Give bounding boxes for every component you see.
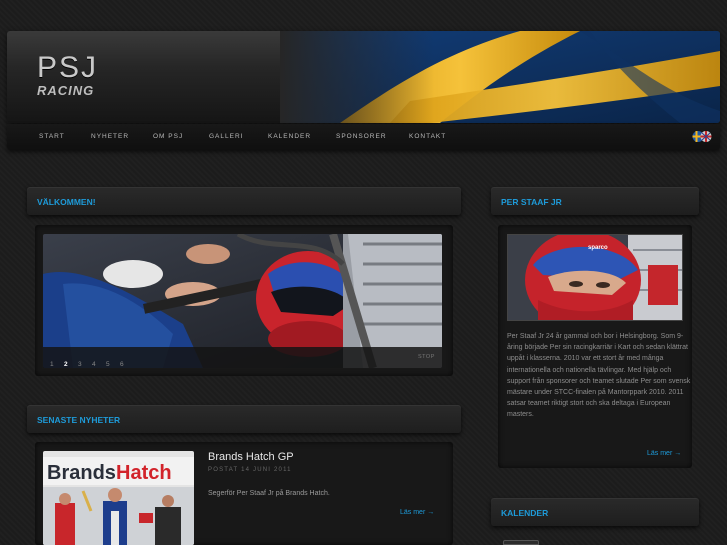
- nav-item-sponsorer[interactable]: SPONSORER: [336, 133, 387, 140]
- calendar-panel-header: KALENDER: [491, 498, 699, 526]
- header-banner: PSJ RACING: [7, 31, 720, 123]
- driver-helmet-photo: sparco: [508, 235, 682, 320]
- logo-main-text: PSJ: [37, 51, 99, 84]
- pager-item-1[interactable]: 1: [50, 361, 64, 368]
- pager-item-6[interactable]: 6: [120, 361, 134, 368]
- profile-description: Per Staaf Jr 24 år gammal och bor i Hels…: [507, 333, 691, 419]
- pager-item-5[interactable]: 5: [106, 361, 120, 368]
- news-panel-header: SENASTE NYHETER: [27, 405, 461, 433]
- english-language-icon[interactable]: [700, 131, 712, 142]
- brands-hatch-podium-photo: Brands Hatch: [43, 451, 194, 545]
- news-date: POSTAT 14 JUNI 2011: [208, 467, 292, 473]
- profile-photo[interactable]: sparco: [507, 234, 683, 321]
- slider-pager: 123456: [50, 353, 134, 371]
- welcome-panel-header: VÄLKOMMEN!: [27, 187, 461, 215]
- pager-item-4[interactable]: 4: [92, 361, 106, 368]
- psj-racing-logo[interactable]: PSJ RACING: [37, 53, 117, 103]
- calendar-date-tab[interactable]: [503, 540, 539, 545]
- pager-item-2[interactable]: 2: [64, 361, 78, 368]
- svg-text:sparco: sparco: [588, 245, 608, 251]
- nav-item-om-psj[interactable]: OM PSJ: [153, 133, 183, 140]
- profile-panel-header: PER STAAF JR: [491, 187, 699, 215]
- news-read-more-link[interactable]: Läs mer →: [400, 509, 434, 516]
- news-heading: SENASTE NYHETER: [37, 415, 121, 425]
- calendar-heading: KALENDER: [501, 508, 549, 518]
- news-thumbnail[interactable]: Brands Hatch: [43, 451, 194, 545]
- logo-sub-text: RACING: [37, 83, 95, 98]
- nav-item-nyheter[interactable]: NYHETER: [91, 133, 129, 140]
- news-summary: Segerför Per Staaf Jr på Brands Hatch.: [208, 490, 330, 497]
- profile-heading: PER STAAF JR: [501, 197, 562, 207]
- main-navigation: START NYHETER OM PSJ GALLERI KALENDER SP…: [7, 124, 720, 150]
- profile-read-more-link[interactable]: Läs mer →: [647, 450, 681, 457]
- pager-item-3[interactable]: 3: [78, 361, 92, 368]
- news-thumbnail-brands: Brands: [47, 462, 116, 484]
- slider-stop-button[interactable]: STOP: [418, 354, 435, 360]
- welcome-heading: VÄLKOMMEN!: [37, 197, 96, 207]
- swedish-flag-graphic: [280, 31, 720, 123]
- nav-item-galleri[interactable]: GALLERI: [209, 133, 243, 140]
- news-title[interactable]: Brands Hatch GP: [208, 451, 294, 463]
- nav-item-start[interactable]: START: [39, 133, 65, 140]
- language-flags: [692, 130, 712, 143]
- nav-item-kontakt[interactable]: KONTAKT: [409, 133, 446, 140]
- news-thumbnail-hatch: Hatch: [116, 462, 172, 484]
- nav-item-kalender[interactable]: KALENDER: [268, 133, 311, 140]
